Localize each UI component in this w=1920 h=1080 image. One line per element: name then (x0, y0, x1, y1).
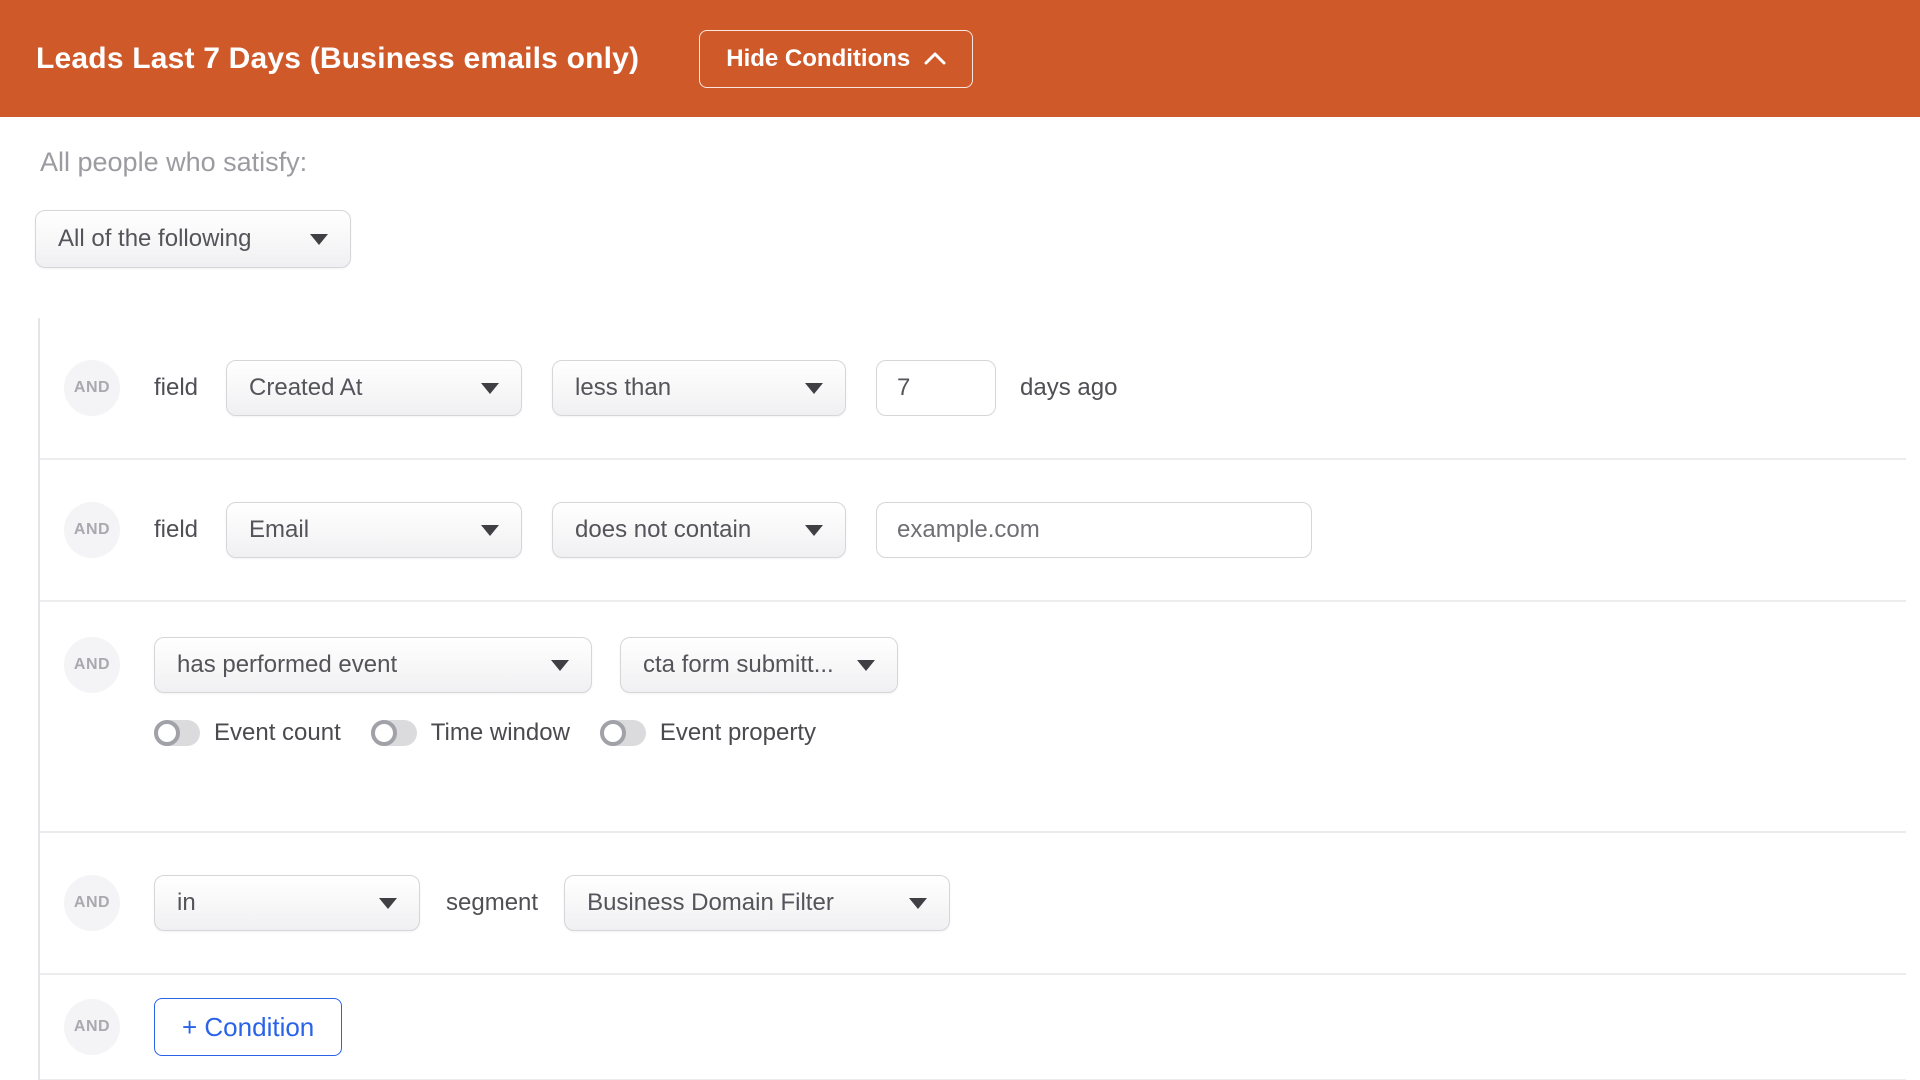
caret-down-icon (857, 660, 875, 671)
operator-dropdown-value: does not contain (575, 516, 751, 544)
event-count-toggle-label: Event count (214, 719, 341, 747)
caret-down-icon (310, 234, 328, 245)
caret-down-icon (481, 525, 499, 536)
and-badge: AND (64, 637, 120, 693)
condition-row-segment: AND in segment Business Domain Filter (40, 833, 1906, 975)
field-prefix-label: field (154, 516, 198, 544)
event-condition-main-line: AND has performed event cta form submitt… (40, 637, 1906, 693)
segment-operator-dropdown[interactable]: in (154, 875, 420, 931)
page-title: Leads Last 7 Days (Business emails only) (36, 42, 639, 76)
and-badge: AND (64, 875, 120, 931)
caret-down-icon (805, 383, 823, 394)
event-name-dropdown[interactable]: cta form submitt... (620, 637, 898, 693)
time-window-toggle-label: Time window (431, 719, 570, 747)
chevron-up-icon (924, 52, 946, 65)
toggle-knob (154, 720, 180, 746)
field-dropdown-value: Email (249, 516, 309, 544)
event-property-toggle[interactable] (600, 720, 646, 746)
and-badge: AND (64, 360, 120, 416)
conditions-editor: All people who satisfy: All of the follo… (0, 147, 1920, 1080)
email-value-input[interactable] (876, 502, 1312, 558)
segment-name-dropdown[interactable]: Business Domain Filter (564, 875, 950, 931)
field-dropdown-created-at[interactable]: Created At (226, 360, 522, 416)
conditions-list: AND field Created At less than days ago … (38, 318, 1906, 1080)
days-ago-label: days ago (1020, 374, 1117, 402)
operator-dropdown-does-not-contain[interactable]: does not contain (552, 502, 846, 558)
subtitle: All people who satisfy: (40, 147, 1920, 178)
segment-label: segment (446, 889, 538, 917)
hide-conditions-button[interactable]: Hide Conditions (699, 30, 973, 88)
field-dropdown-email[interactable]: Email (226, 502, 522, 558)
and-badge: AND (64, 999, 120, 1055)
days-value-input[interactable] (876, 360, 996, 416)
add-condition-row: AND + Condition (40, 975, 1906, 1080)
match-type-value: All of the following (58, 225, 251, 253)
add-condition-button[interactable]: + Condition (154, 998, 342, 1056)
caret-down-icon (379, 898, 397, 909)
segment-operator-value: in (177, 889, 196, 917)
field-dropdown-value: Created At (249, 374, 362, 402)
operator-dropdown-value: less than (575, 374, 671, 402)
hide-conditions-label: Hide Conditions (726, 45, 910, 73)
caret-down-icon (805, 525, 823, 536)
caret-down-icon (481, 383, 499, 394)
match-type-dropdown[interactable]: All of the following (35, 210, 351, 268)
condition-row-created-at: AND field Created At less than days ago (40, 318, 1906, 460)
event-property-toggle-label: Event property (660, 719, 816, 747)
field-prefix-label: field (154, 374, 198, 402)
event-type-value: has performed event (177, 651, 397, 679)
toggle-knob (371, 720, 397, 746)
segment-conditions-page: Leads Last 7 Days (Business emails only)… (0, 0, 1920, 1080)
caret-down-icon (909, 898, 927, 909)
condition-row-email: AND field Email does not contain (40, 460, 1906, 602)
caret-down-icon (551, 660, 569, 671)
operator-dropdown-less-than[interactable]: less than (552, 360, 846, 416)
event-type-dropdown[interactable]: has performed event (154, 637, 592, 693)
toggle-knob (600, 720, 626, 746)
condition-row-event: AND has performed event cta form submitt… (40, 602, 1906, 833)
time-window-toggle[interactable] (371, 720, 417, 746)
event-name-value: cta form submitt... (643, 651, 834, 679)
header-bar: Leads Last 7 Days (Business emails only)… (0, 0, 1920, 117)
event-count-toggle[interactable] (154, 720, 200, 746)
event-options-row: Event count Time window Event property (154, 719, 1906, 747)
segment-name-value: Business Domain Filter (587, 889, 834, 917)
and-badge: AND (64, 502, 120, 558)
